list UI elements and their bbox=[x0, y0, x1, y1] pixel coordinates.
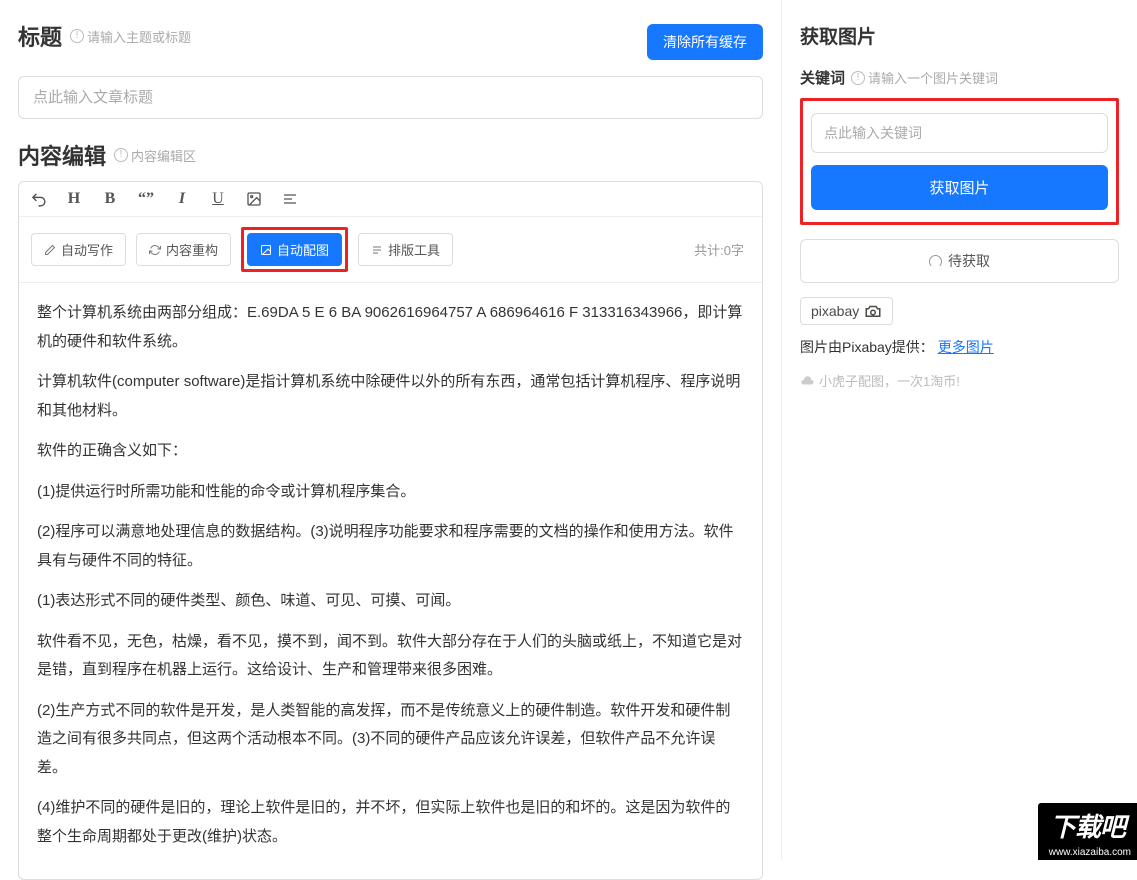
auto-image-button[interactable]: 自动配图 bbox=[247, 233, 342, 266]
format-toolbar: H B “” I U bbox=[19, 182, 762, 217]
camera-icon bbox=[864, 304, 882, 318]
cloud-icon bbox=[800, 374, 814, 388]
word-counter: 共计:0字 bbox=[694, 240, 750, 259]
editor-container: H B “” I U 自动写作 内容重构 bbox=[18, 181, 763, 880]
keyword-hint: ! 请输入一个图片关键词 bbox=[851, 68, 998, 87]
paragraph: 整个计算机系统由两部分组成：E.69DA 5 E 6 BA 9062616964… bbox=[37, 299, 744, 356]
paragraph: (4)维护不同的硬件是旧的，理论上软件是旧的，并不坏，但实际上软件也是旧的和坏的… bbox=[37, 794, 744, 851]
pencil-icon bbox=[44, 244, 56, 256]
article-title-input[interactable] bbox=[18, 76, 763, 119]
undo-icon[interactable] bbox=[29, 190, 47, 208]
more-images-link[interactable]: 更多图片 bbox=[938, 339, 994, 355]
editor-body[interactable]: 整个计算机系统由两部分组成：E.69DA 5 E 6 BA 9062616964… bbox=[19, 283, 762, 879]
sidebar-title: 获取图片 bbox=[800, 22, 1119, 49]
info-icon: ! bbox=[70, 29, 84, 43]
restructure-button[interactable]: 内容重构 bbox=[136, 233, 231, 266]
title-hint: ! 请输入主题或标题 bbox=[70, 27, 191, 46]
image-plus-icon bbox=[260, 244, 272, 256]
layout-icon bbox=[371, 244, 383, 256]
pending-status: 待获取 bbox=[800, 239, 1119, 283]
image-icon[interactable] bbox=[245, 190, 263, 208]
clear-cache-button[interactable]: 清除所有缓存 bbox=[647, 24, 763, 60]
action-toolbar: 自动写作 内容重构 自动配图 排版工具 共计:0字 bbox=[19, 217, 762, 283]
keyword-input[interactable] bbox=[811, 113, 1108, 153]
refresh-icon bbox=[149, 244, 161, 256]
credit-line: 图片由Pixabay提供： 更多图片 bbox=[800, 337, 1119, 357]
layout-tool-button[interactable]: 排版工具 bbox=[358, 233, 453, 266]
main-panel: 标题 ! 请输入主题或标题 清除所有缓存 内容编辑 ! 内容编辑区 H bbox=[0, 0, 781, 860]
paragraph: 软件看不见，无色，枯燥，看不见，摸不到，闻不到。软件大部分存在于人们的头脑或纸上… bbox=[37, 628, 744, 685]
spinner-icon bbox=[929, 255, 942, 268]
sidebar: 获取图片 关键词 ! 请输入一个图片关键词 获取图片 待获取 pixabay 图… bbox=[781, 0, 1137, 860]
keyword-label: 关键词 bbox=[800, 67, 845, 88]
info-icon: ! bbox=[114, 148, 128, 162]
tip-line: 小虎子配图，一次1淘币! bbox=[800, 371, 1119, 390]
align-icon[interactable] bbox=[281, 190, 299, 208]
info-icon: ! bbox=[851, 71, 865, 85]
content-hint: ! 内容编辑区 bbox=[114, 146, 196, 165]
heading-icon[interactable]: H bbox=[65, 190, 83, 208]
title-label: 标题 bbox=[18, 20, 62, 52]
content-label: 内容编辑 bbox=[18, 139, 106, 171]
auto-write-button[interactable]: 自动写作 bbox=[31, 233, 126, 266]
pixabay-badge[interactable]: pixabay bbox=[800, 297, 893, 325]
paragraph: (2)生产方式不同的软件是开发，是人类智能的高发挥，而不是传统意义上的硬件制造。… bbox=[37, 697, 744, 783]
highlight-box: 自动配图 bbox=[241, 227, 348, 272]
italic-icon[interactable]: I bbox=[173, 190, 191, 208]
paragraph: (1)表达形式不同的硬件类型、颜色、味道、可见、可摸、可闻。 bbox=[37, 587, 744, 616]
fetch-image-button[interactable]: 获取图片 bbox=[811, 165, 1108, 210]
paragraph: (1)提供运行时所需功能和性能的命令或计算机程序集合。 bbox=[37, 478, 744, 507]
highlight-panel: 获取图片 bbox=[800, 98, 1119, 225]
underline-icon[interactable]: U bbox=[209, 190, 227, 208]
paragraph: 软件的正确含义如下： bbox=[37, 437, 744, 466]
paragraph: (2)程序可以满意地处理信息的数据结构。(3)说明程序功能要求和程序需要的文档的… bbox=[37, 518, 744, 575]
bold-icon[interactable]: B bbox=[101, 190, 119, 208]
quote-icon[interactable]: “” bbox=[137, 190, 155, 208]
paragraph: 计算机软件(computer software)是指计算机系统中除硬件以外的所有… bbox=[37, 368, 744, 425]
